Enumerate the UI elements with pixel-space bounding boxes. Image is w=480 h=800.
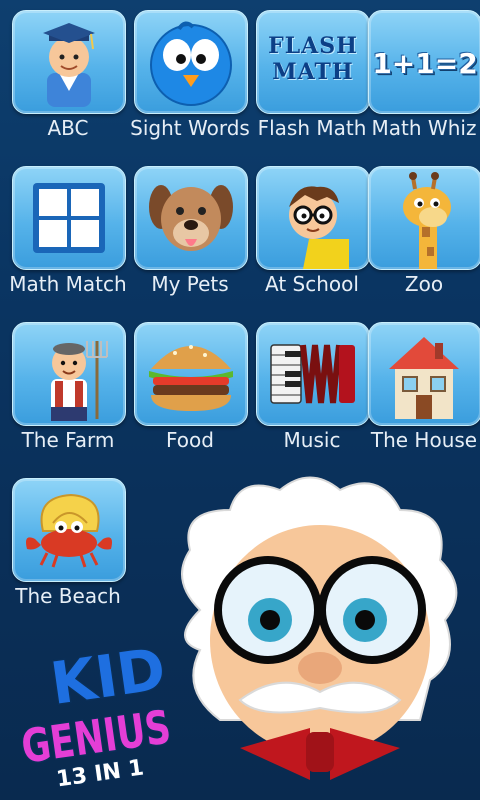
app-tile-math-match[interactable]: Math Match bbox=[9, 156, 127, 304]
app-icon-box[interactable] bbox=[12, 10, 126, 114]
professor-mascot bbox=[181, 476, 458, 780]
farmer-icon bbox=[51, 341, 108, 421]
app-tile-math-whiz[interactable]: 1+1=2 Math Whiz bbox=[368, 0, 480, 148]
app-icon-box[interactable] bbox=[12, 478, 126, 582]
burger-icon bbox=[149, 345, 233, 411]
app-label: My Pets bbox=[151, 272, 229, 296]
app-tile-the-beach[interactable]: The Beach bbox=[12, 468, 126, 616]
app-tile-at-school[interactable]: At School bbox=[256, 156, 370, 304]
app-tile-my-pets[interactable]: My Pets bbox=[134, 156, 248, 304]
app-tile-zoo[interactable]: Zoo bbox=[368, 156, 480, 304]
hermit-crab-icon bbox=[26, 493, 112, 568]
app-tile-flash-math[interactable]: FLASH MATH Flash Math bbox=[256, 0, 370, 148]
app-label: ABC bbox=[47, 116, 89, 140]
app-icon-box[interactable] bbox=[256, 166, 370, 270]
app-icon-box[interactable] bbox=[368, 322, 480, 426]
app-label: The House bbox=[370, 428, 478, 452]
school-kid-icon bbox=[289, 186, 349, 269]
app-icon-box[interactable] bbox=[12, 166, 126, 270]
app-icon-box[interactable]: 1+1=2 bbox=[368, 10, 480, 114]
app-icon-box[interactable] bbox=[12, 322, 126, 426]
puppy-icon bbox=[149, 185, 233, 251]
app-icon-box[interactable] bbox=[256, 322, 370, 426]
app-tile-abc[interactable]: ABC bbox=[12, 0, 126, 148]
giraffe-icon bbox=[403, 172, 451, 269]
house-icon bbox=[389, 337, 459, 419]
app-tile-food[interactable]: Food bbox=[134, 312, 248, 460]
graduate-boy-icon bbox=[43, 23, 95, 107]
app-tile-music[interactable]: Music bbox=[256, 312, 370, 460]
app-icon-box[interactable] bbox=[134, 322, 248, 426]
app-label: The Farm bbox=[21, 428, 115, 452]
app-icon-box[interactable] bbox=[368, 166, 480, 270]
app-tile-sight-words[interactable]: Sight Words bbox=[130, 0, 250, 148]
app-tile-the-farm[interactable]: The Farm bbox=[12, 312, 126, 460]
equation-icon: 1+1=2 bbox=[372, 47, 478, 80]
app-label: Math Whiz bbox=[371, 116, 477, 140]
app-icon-box[interactable] bbox=[134, 10, 248, 114]
app-label: Sight Words bbox=[130, 116, 250, 140]
kid-genius-logo: KID GENIUS 13 IN 1 bbox=[16, 640, 175, 790]
app-label: Math Match bbox=[9, 272, 127, 296]
app-label: Food bbox=[166, 428, 214, 452]
app-label: The Beach bbox=[15, 584, 121, 608]
app-tile-the-house[interactable]: The House bbox=[368, 312, 480, 460]
flash-math-text-icon: FLASH MATH bbox=[268, 33, 358, 85]
app-icon-box[interactable]: FLASH MATH bbox=[256, 10, 370, 114]
accordion-icon bbox=[270, 344, 355, 404]
grid-icon bbox=[33, 183, 105, 253]
blue-bird-icon bbox=[150, 21, 232, 106]
app-label: Zoo bbox=[404, 272, 444, 296]
app-icon-box[interactable] bbox=[134, 166, 248, 270]
